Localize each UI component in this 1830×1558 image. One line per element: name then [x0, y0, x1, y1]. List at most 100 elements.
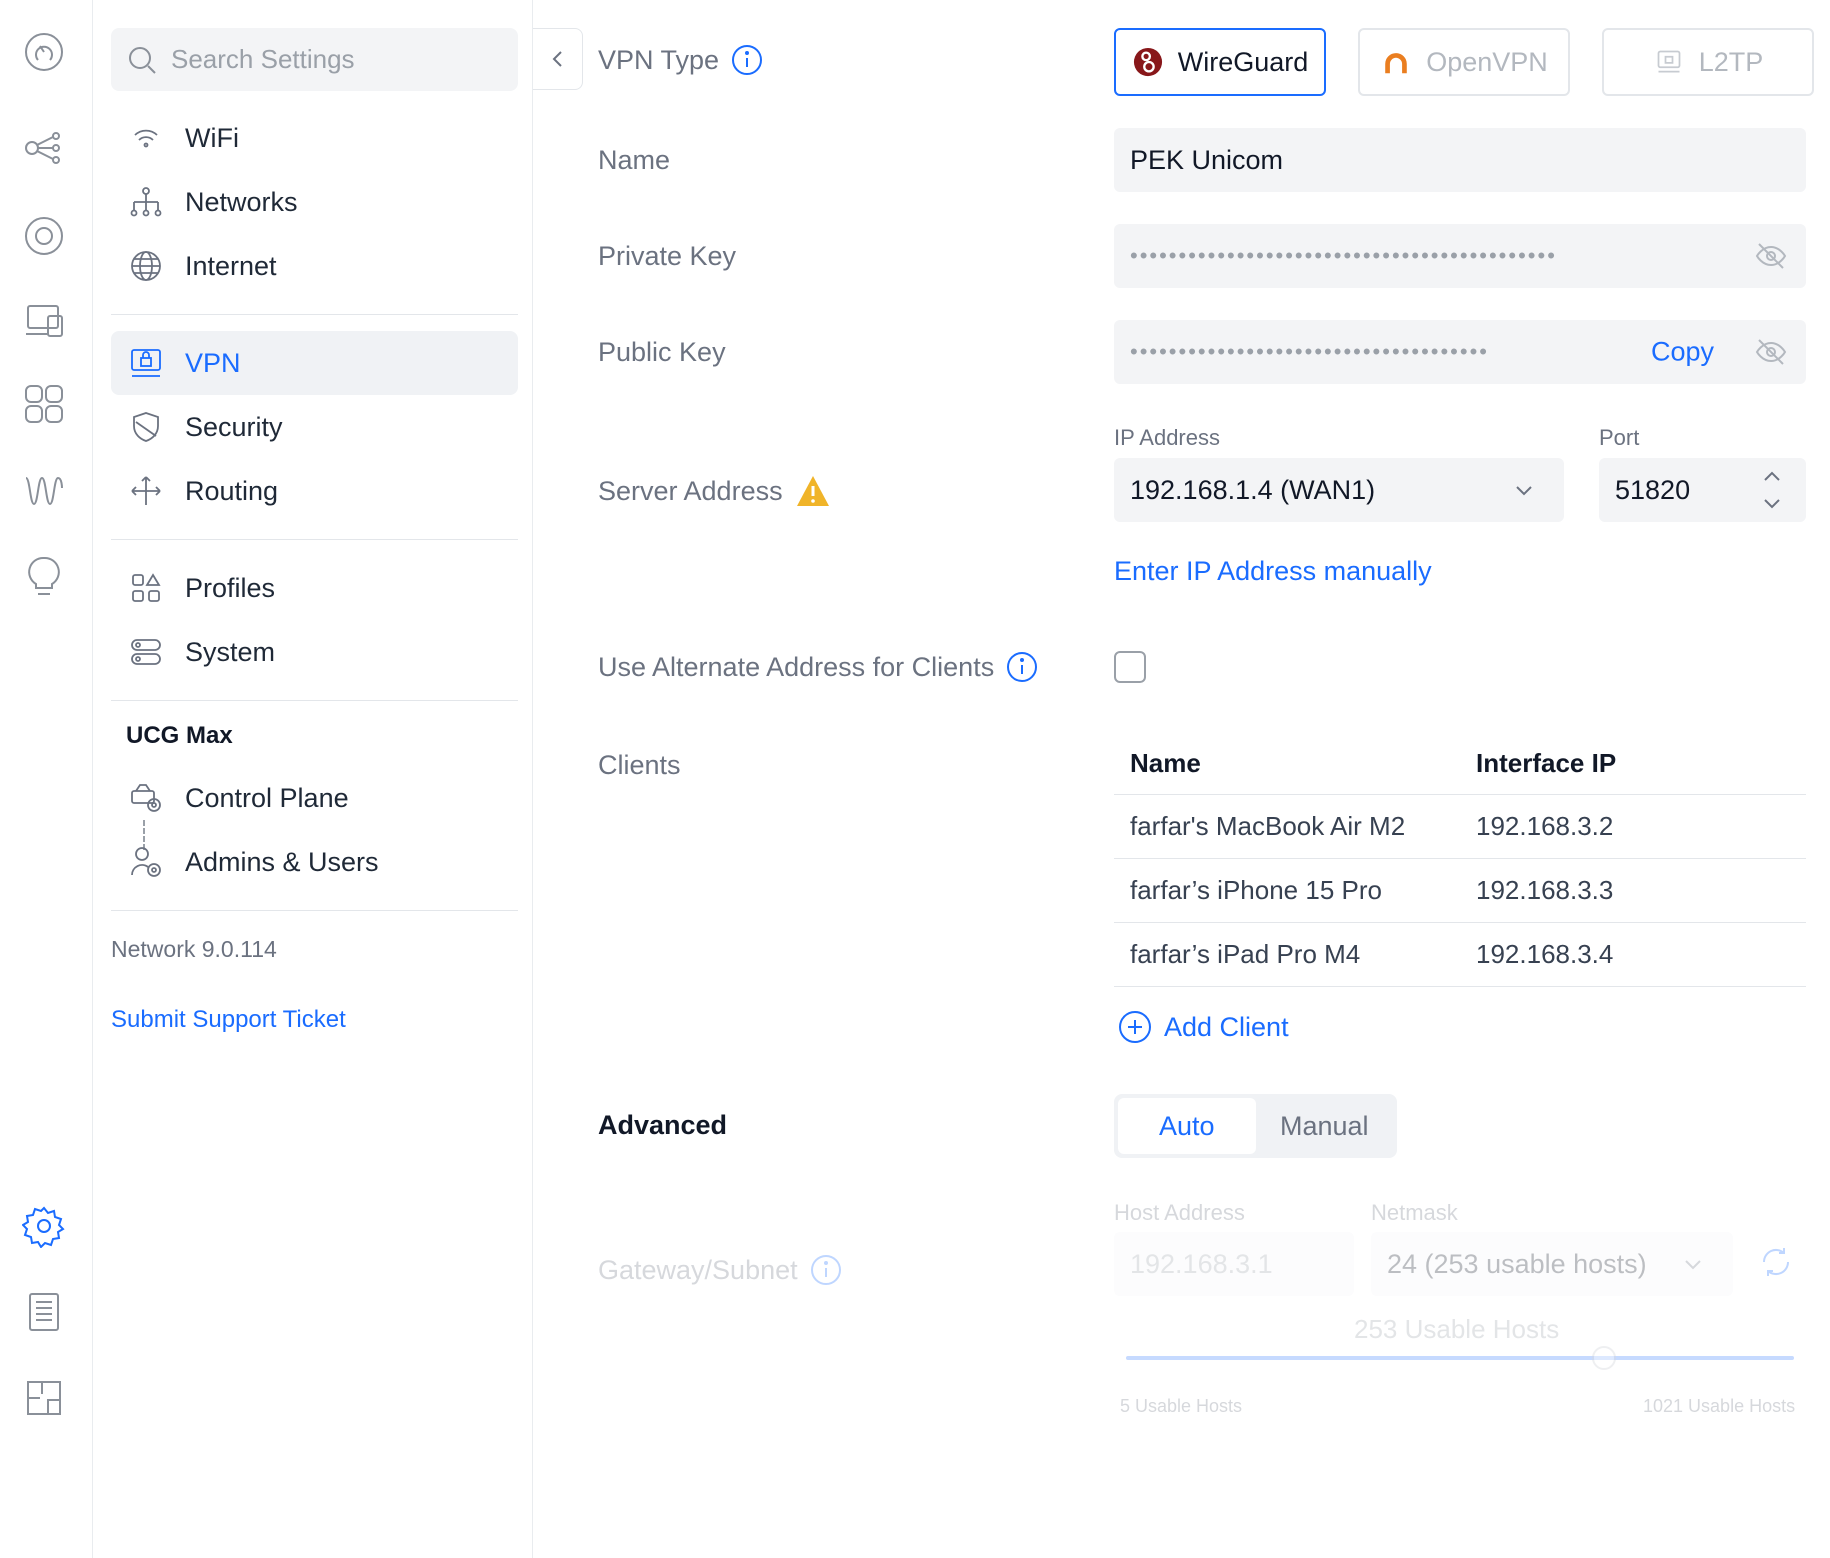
usable-hosts-min-label: 5 Usable Hosts	[1120, 1396, 1243, 1416]
port-value: 51820	[1615, 474, 1691, 505]
insights-icon[interactable]	[20, 466, 68, 514]
gateway-subnet-row: Gateway/Subnet	[598, 1254, 842, 1286]
sidebar-item-label: Control Plane	[185, 782, 349, 813]
sidebar-item-networks[interactable]: Networks	[111, 170, 518, 234]
alt-address-checkbox[interactable]	[1114, 651, 1146, 683]
usable-hosts-max-label: 1021 Usable Hosts	[1643, 1396, 1796, 1416]
unifi-devices-icon[interactable]	[20, 212, 68, 260]
sidebar-item-control-plane[interactable]: Control Plane	[111, 766, 518, 830]
profiles-icon	[132, 573, 161, 602]
refresh-icon[interactable]	[1758, 1244, 1794, 1280]
warning-icon	[795, 474, 831, 508]
netmask-select[interactable]: 24 (253 usable hosts)	[1371, 1232, 1733, 1296]
table-row[interactable]: farfar’s iPad Pro M4 192.168.3.4	[1114, 922, 1806, 987]
sidebar-item-wifi[interactable]: WiFi	[111, 106, 518, 170]
apps-icon[interactable]	[20, 380, 68, 428]
collapse-sidebar-button[interactable]	[533, 28, 583, 90]
server-address-label: Server Address	[598, 475, 783, 506]
alerts-icon[interactable]	[20, 552, 68, 600]
vpn-type-openvpn-button[interactable]: OpenVPN	[1358, 28, 1570, 96]
sidebar-item-vpn[interactable]: VPN	[111, 331, 518, 395]
sidebar-item-label: Admins & Users	[185, 846, 379, 877]
name-label: Name	[598, 145, 671, 175]
sidebar-item-system[interactable]: System	[111, 620, 518, 684]
openvpn-icon	[1380, 46, 1412, 78]
sidebar-item-routing[interactable]: Routing	[111, 459, 518, 523]
gateway-subnet-label: Gateway/Subnet	[598, 1254, 798, 1285]
netmask-label: Netmask	[1371, 1200, 1458, 1225]
chevron-down-icon[interactable]	[1760, 494, 1784, 514]
topology-icon[interactable]	[20, 124, 68, 172]
sidebar-item-internet[interactable]: Internet	[111, 234, 518, 298]
sidebar-divider	[111, 700, 518, 701]
usable-hosts-title: 253 Usable Hosts	[1354, 1314, 1560, 1344]
public-key-field[interactable]: ••••••••••••••••••••••••••••••••••••• Co…	[1114, 320, 1806, 384]
usable-hosts-slider-handle[interactable]	[1592, 1346, 1616, 1370]
sidebar-item-label: Internet	[185, 250, 277, 281]
chevron-up-icon[interactable]	[1760, 466, 1784, 486]
advanced-segmented-control: Auto Manual	[1114, 1094, 1397, 1158]
ip-address-select[interactable]: 192.168.1.4 (WAN1)	[1114, 458, 1564, 522]
logs-icon[interactable]	[20, 1288, 68, 1336]
client-devices-icon[interactable]	[20, 296, 68, 344]
networks-icon	[130, 187, 162, 217]
clients-label: Clients	[598, 750, 681, 780]
sidebar-item-security[interactable]: Security	[111, 395, 518, 459]
floorplan-icon[interactable]	[20, 1374, 68, 1422]
settings-icon[interactable]	[20, 1202, 68, 1250]
sidebar-item-label: Profiles	[185, 572, 276, 603]
advanced-label: Advanced	[598, 1110, 728, 1140]
control-plane-icon	[131, 784, 161, 812]
advanced-auto-option[interactable]: Auto	[1118, 1098, 1256, 1154]
vpn-type-label-text: WireGuard	[1177, 46, 1309, 77]
vpn-type-l2tp-button[interactable]: L2TP	[1602, 28, 1814, 96]
wireguard-icon	[1132, 46, 1164, 78]
name-field[interactable]: PEK Unicom	[1114, 128, 1806, 192]
info-icon[interactable]	[731, 44, 763, 76]
search-box[interactable]	[111, 28, 518, 91]
copy-public-key-button[interactable]: Copy	[1651, 337, 1714, 368]
icon-rail	[0, 0, 93, 1558]
column-header-interface-ip[interactable]: Interface IP	[1460, 734, 1806, 795]
info-icon[interactable]	[810, 1254, 842, 1286]
plus-circle-icon	[1119, 1011, 1151, 1043]
submit-support-ticket-link[interactable]: Submit Support Ticket	[111, 1006, 346, 1034]
globe-icon	[131, 251, 161, 281]
advanced-manual-option[interactable]: Manual	[1256, 1098, 1394, 1154]
eye-off-icon[interactable]	[1754, 335, 1788, 369]
add-client-button[interactable]: Add Client	[1118, 1010, 1289, 1044]
host-address-input[interactable]: 192.168.3.1	[1114, 1232, 1354, 1296]
routing-icon	[131, 476, 161, 505]
private-key-label: Private Key	[598, 241, 737, 271]
table-row[interactable]: farfar's MacBook Air M2 192.168.3.2	[1114, 794, 1806, 859]
sidebar-item-label: WiFi	[185, 122, 239, 153]
vpn-type-label: VPN Type	[598, 44, 720, 75]
dashboard-icon[interactable]	[20, 28, 68, 76]
column-header-name[interactable]: Name	[1114, 734, 1460, 795]
table-row[interactable]: farfar’s iPhone 15 Pro 192.168.3.3	[1114, 858, 1806, 923]
clients-table: Name Interface IP farfar's MacBook Air M…	[1114, 734, 1806, 987]
admins-icon	[131, 847, 161, 877]
port-label: Port	[1599, 425, 1640, 450]
port-input[interactable]: 51820	[1599, 458, 1806, 522]
sidebar-item-label: VPN	[185, 347, 241, 378]
client-name: farfar’s iPhone 15 Pro	[1114, 858, 1460, 923]
netmask-value: 24 (253 usable hosts)	[1387, 1248, 1647, 1279]
usable-hosts-slider-track[interactable]	[1126, 1356, 1794, 1360]
info-icon[interactable]	[1006, 651, 1038, 683]
sidebar-item-label: Routing	[185, 475, 279, 506]
chevron-down-icon	[1512, 478, 1536, 502]
private-key-field[interactable]: ••••••••••••••••••••••••••••••••••••••••…	[1114, 224, 1806, 288]
enter-ip-manually-link[interactable]: Enter IP Address manually	[1114, 556, 1432, 587]
wifi-icon	[134, 129, 158, 148]
alt-address-label: Use Alternate Address for Clients	[598, 651, 995, 682]
port-stepper[interactable]	[1760, 466, 1786, 514]
eye-off-icon[interactable]	[1754, 239, 1788, 273]
vpn-type-wireguard-button[interactable]: WireGuard	[1114, 28, 1326, 96]
sidebar-item-admins-users[interactable]: Admins & Users	[111, 830, 518, 894]
sidebar-item-profiles[interactable]: Profiles	[111, 556, 518, 620]
search-input[interactable]	[171, 44, 501, 75]
ucg-section-title: UCG Max	[126, 722, 233, 749]
search-icon	[129, 46, 156, 74]
private-key-mask: ••••••••••••••••••••••••••••••••••••••••…	[1130, 243, 1557, 268]
